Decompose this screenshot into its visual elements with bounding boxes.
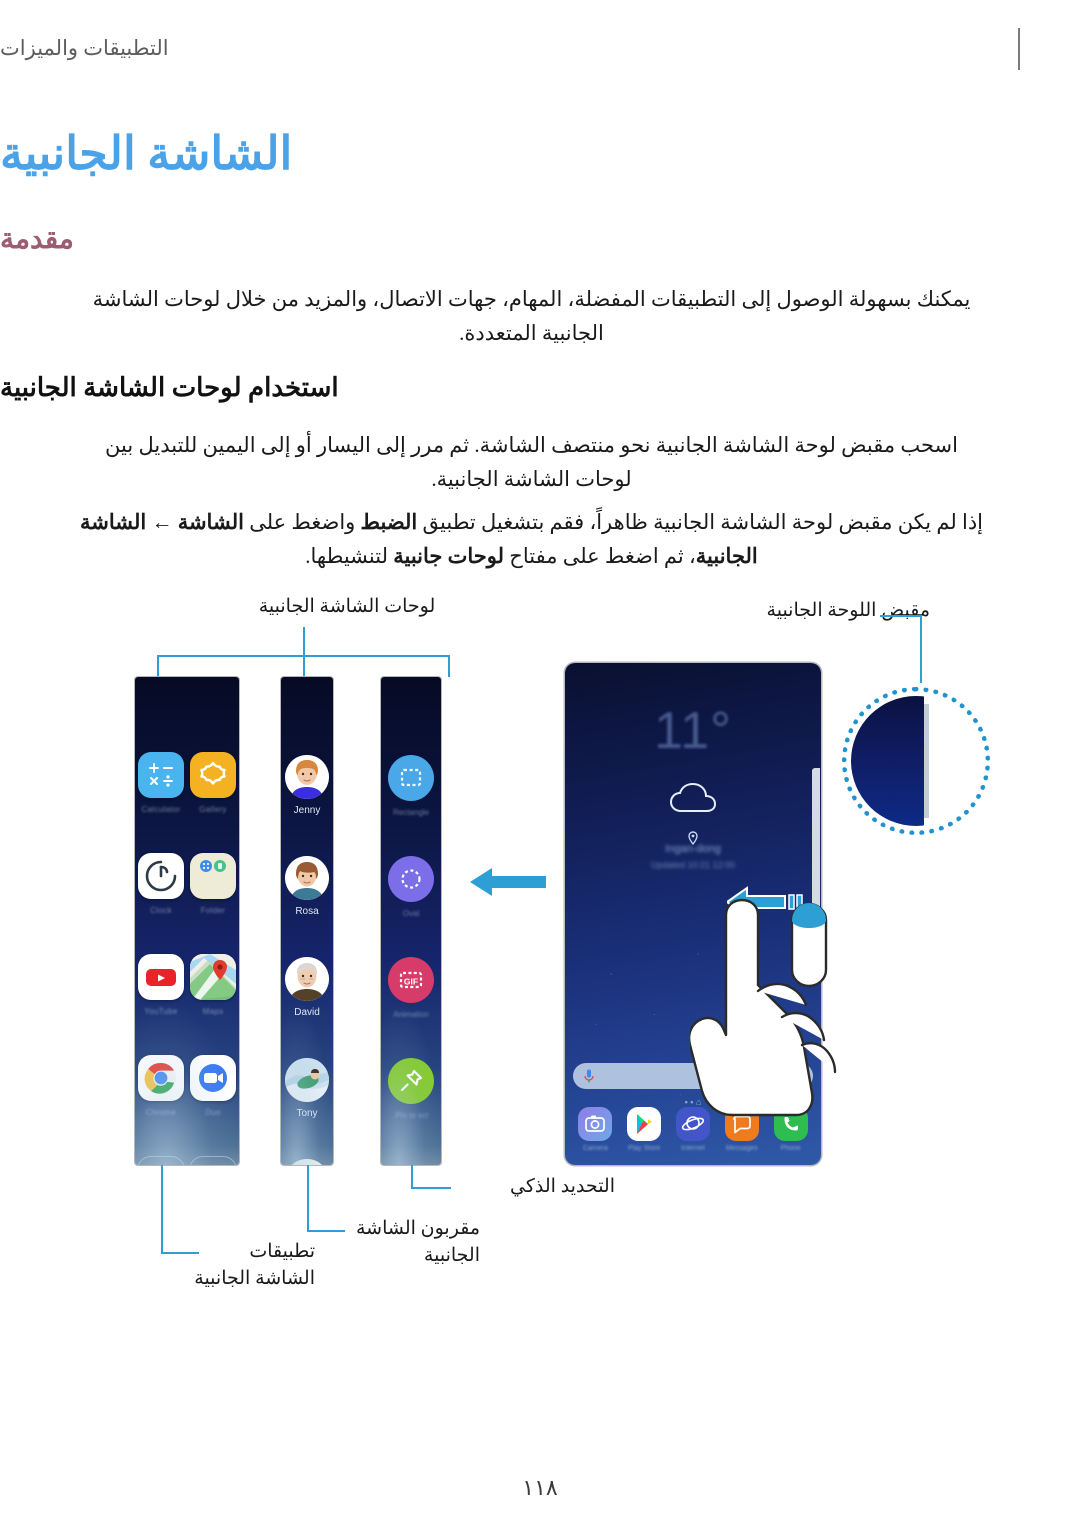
panel-sheen [381, 1003, 441, 1165]
dock-item[interactable]: Play Store [621, 1107, 667, 1152]
maps-icon [190, 954, 236, 1000]
avatar [285, 755, 329, 799]
smart-select-label: Oval [402, 909, 420, 918]
magnifier-content [851, 696, 981, 826]
usage-paragraph: اسحب مقبض لوحة الشاشة الجانبية نحو منتصف… [105, 433, 958, 491]
settings-paragraph: إذا لم يكن مقبض لوحة الشاشة الجانبية ظاه… [78, 505, 985, 573]
breadcrumb: التطبيقات والميزات [0, 36, 169, 60]
folder-icon [190, 853, 236, 899]
panel-sheen [281, 1003, 333, 1165]
gif-icon: GIF [388, 957, 434, 1003]
leader-panels-stem [303, 627, 305, 655]
magnifier-callout [842, 687, 990, 835]
leader-handle-bar [880, 615, 922, 617]
app-label: Gallery [199, 805, 227, 814]
smart-select-item[interactable]: Rectangle [381, 755, 441, 856]
smart-select-label: Rectangle [392, 808, 430, 817]
page-number: ١١٨ [522, 1475, 558, 1500]
app-item[interactable]: Folder [187, 853, 239, 954]
app-label: Folder [200, 906, 226, 915]
settings-text-3: ، ثم اضغط على مفتاح [504, 544, 696, 568]
contact-item[interactable]: Rosa [281, 856, 333, 957]
app-item[interactable]: Calculator [135, 752, 187, 853]
illustration: لوحات الشاشة الجانبية مقبض اللوحة الجانب… [0, 575, 1080, 1295]
app-label: Clock [150, 906, 172, 915]
callout-smart-select: التحديد الذكي [510, 1176, 615, 1197]
gallery-icon [190, 752, 236, 798]
smart-select-item[interactable]: Oval [381, 856, 441, 957]
dock-label: Play Store [628, 1145, 661, 1152]
swipe-arrow-left [470, 865, 546, 904]
clock-icon [138, 853, 184, 899]
svg-text:GIF: GIF [404, 977, 418, 987]
contact-name: Jenny [293, 805, 321, 816]
app-label: Calculator [141, 805, 181, 814]
intro-paragraph: يمكنك بسهولة الوصول إلى التطبيقات المفضل… [92, 287, 971, 345]
callout-edge-panels: لوحات الشاشة الجانبية [258, 596, 436, 617]
contact-item[interactable]: Jenny [281, 755, 333, 856]
callout-panel-handle: مقبض اللوحة الجانبية [766, 600, 930, 621]
avatar [285, 957, 329, 1001]
rectangle-select-icon [388, 755, 434, 801]
leader-panels-drop-mid [303, 655, 305, 677]
avatar [285, 856, 329, 900]
leader-handle-drop [920, 615, 922, 683]
leader-apps-drop [161, 1165, 163, 1252]
dock-label: Camera [582, 1145, 608, 1152]
leader-panels-drop-left [448, 655, 450, 677]
leader-smart-select-bar [411, 1187, 451, 1189]
edge-panel-smart-select[interactable]: Rectangle Oval GIF [381, 677, 441, 1165]
calculator-icon [138, 752, 184, 798]
weather-updated: Updated 10:21 12:00 [650, 860, 736, 870]
temperature-reading: 11° [654, 702, 732, 760]
oval-select-icon [388, 856, 434, 902]
microphone-icon [583, 1068, 595, 1084]
section-heading-intro: مقدمة [0, 224, 74, 255]
contact-name: Rosa [295, 906, 319, 917]
leader-panels-drop-right [157, 655, 159, 677]
settings-bold-toggle: لوحات جانبية [393, 544, 505, 568]
magnified-handle [923, 703, 929, 819]
app-item[interactable]: Gallery [187, 752, 239, 853]
camera-icon [578, 1107, 613, 1141]
settings-bold-settings: الضبط [360, 510, 418, 534]
play-store-icon [627, 1107, 662, 1141]
settings-text-2: واضغط على [243, 510, 361, 534]
youtube-icon [138, 954, 184, 1000]
cloud-icon [665, 782, 721, 822]
leader-smart-select-drop [411, 1165, 413, 1187]
settings-text-1: إذا لم يكن مقبض لوحة الشاشة الجانبية ظاه… [417, 510, 984, 534]
dock-item[interactable]: Camera [572, 1107, 618, 1152]
header-divider [1018, 28, 1020, 70]
page-title: الشاشة الجانبية [0, 128, 293, 179]
app-item[interactable]: Clock [135, 853, 187, 954]
settings-text-4: لتنشيطها. [305, 544, 394, 568]
section-heading-usage: استخدام لوحات الشاشة الجانبية [0, 373, 339, 402]
hand-illustration [688, 895, 900, 1170]
callout-edge-apps: تطبيقات الشاشة الجانبية [194, 1241, 315, 1289]
weather-location: Ingan-dong [665, 843, 721, 855]
leader-people-drop [307, 1165, 309, 1230]
edge-panel-people[interactable]: Jenny Rosa [281, 677, 333, 1165]
manual-page: التطبيقات والميزات الشاشة الجانبية مقدمة… [0, 0, 1080, 1527]
edge-panel-apps[interactable]: Calculator Gallery Clock Folder [135, 677, 239, 1165]
magnified-edge-screen [851, 696, 924, 826]
panel-sheen [135, 1003, 239, 1165]
callout-edge-people: مقربون الشاشة الجانبية [356, 1218, 480, 1266]
